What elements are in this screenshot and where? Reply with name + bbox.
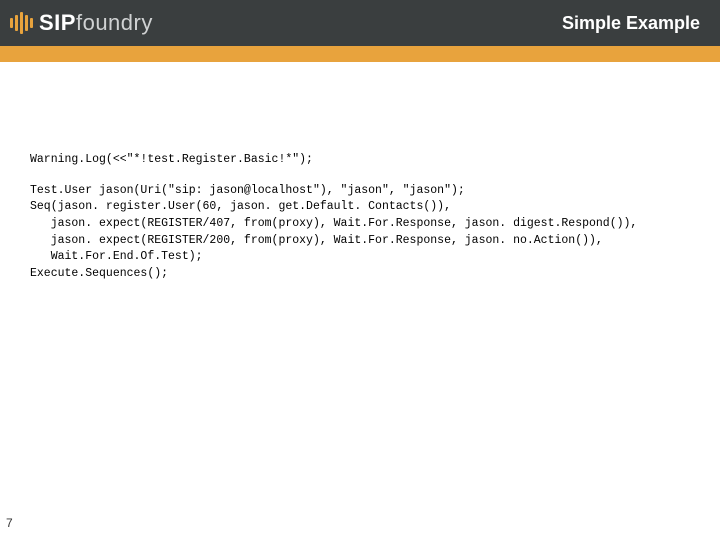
slide-title: Simple Example (562, 13, 700, 34)
logo: SIPfoundry (10, 10, 153, 36)
logo-text: SIPfoundry (39, 10, 153, 36)
content-area: Warning.Log(<<"*!test.Register.Basic!*")… (0, 62, 720, 283)
logo-text-sip: SIP (39, 10, 76, 35)
header-bar: SIPfoundry Simple Example (0, 0, 720, 46)
code-line-1: Warning.Log(<<"*!test.Register.Basic!*")… (30, 152, 690, 169)
code-block-2: Test.User jason(Uri("sip: jason@localhos… (30, 183, 690, 283)
logo-icon (10, 12, 33, 34)
logo-text-foundry: foundry (76, 10, 153, 35)
accent-bar (0, 46, 720, 62)
page-number: 7 (6, 516, 13, 530)
